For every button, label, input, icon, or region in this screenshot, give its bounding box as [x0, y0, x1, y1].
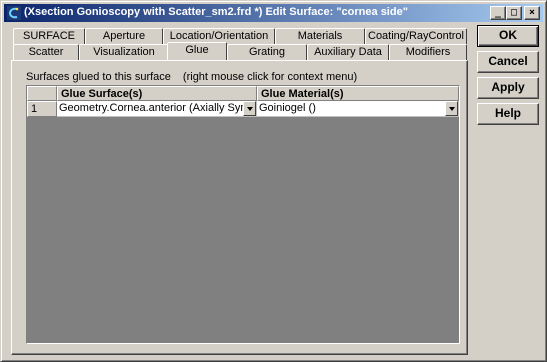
tab-visualization[interactable]: Visualization: [79, 44, 169, 60]
glue-hint: Surfaces glued to this surface (right mou…: [26, 71, 357, 83]
header-glue-material[interactable]: Glue Material(s): [257, 86, 459, 101]
hint-label: Surfaces glued to this surface: [26, 71, 171, 83]
tab-coating-raycontrol[interactable]: Coating/RayControl: [365, 28, 467, 44]
title-bar[interactable]: (Xsection Gonioscopy with Scatter_sm2.fr…: [4, 4, 543, 22]
glue-material-select[interactable]: Goiniogel (): [257, 101, 459, 117]
hint-context: (right mouse click for context menu): [182, 71, 358, 83]
maximize-icon: □: [510, 7, 518, 18]
chevron-down-icon[interactable]: [243, 101, 256, 116]
tab-auxiliary-data[interactable]: Auxiliary Data: [307, 44, 389, 60]
tab-surface[interactable]: SURFACE: [13, 28, 85, 44]
tab-aperture[interactable]: Aperture: [85, 28, 163, 44]
window-title: (Xsection Gonioscopy with Scatter_sm2.fr…: [24, 6, 408, 18]
chevron-down-icon[interactable]: [445, 101, 458, 116]
corner-header: [27, 86, 57, 101]
app-icon: [6, 5, 22, 21]
tab-materials[interactable]: Materials: [275, 28, 365, 44]
help-button[interactable]: Help: [477, 103, 539, 125]
tab-scatter[interactable]: Scatter: [13, 44, 79, 60]
header-glue-surface[interactable]: Glue Surface(s): [57, 86, 257, 101]
close-icon: ×: [528, 7, 536, 18]
tab-glue[interactable]: Glue: [167, 42, 227, 60]
tab-modifiers[interactable]: Modifiers: [389, 44, 467, 60]
minimize-button[interactable]: _: [490, 6, 506, 20]
cancel-button[interactable]: Cancel: [477, 51, 539, 73]
glue-surface-value: Geometry.Cornea.anterior (Axially Symmet…: [59, 102, 257, 114]
glue-material-value: Goiniogel (): [259, 102, 316, 114]
row-index[interactable]: 1: [27, 101, 57, 117]
glue-tab-panel: Surfaces glued to this surface (right mou…: [11, 60, 468, 355]
apply-button[interactable]: Apply: [477, 77, 539, 99]
tab-grating[interactable]: Grating: [227, 44, 307, 60]
ok-button[interactable]: OK: [477, 25, 539, 47]
minimize-icon: _: [494, 7, 502, 18]
edit-surface-dialog: (Xsection Gonioscopy with Scatter_sm2.fr…: [0, 0, 547, 362]
close-button[interactable]: ×: [524, 6, 540, 20]
glue-surface-select[interactable]: Geometry.Cornea.anterior (Axially Symmet…: [57, 101, 257, 117]
maximize-button[interactable]: □: [506, 6, 522, 20]
glue-table[interactable]: Glue Surface(s) Glue Material(s) 1 Geome…: [26, 85, 460, 344]
